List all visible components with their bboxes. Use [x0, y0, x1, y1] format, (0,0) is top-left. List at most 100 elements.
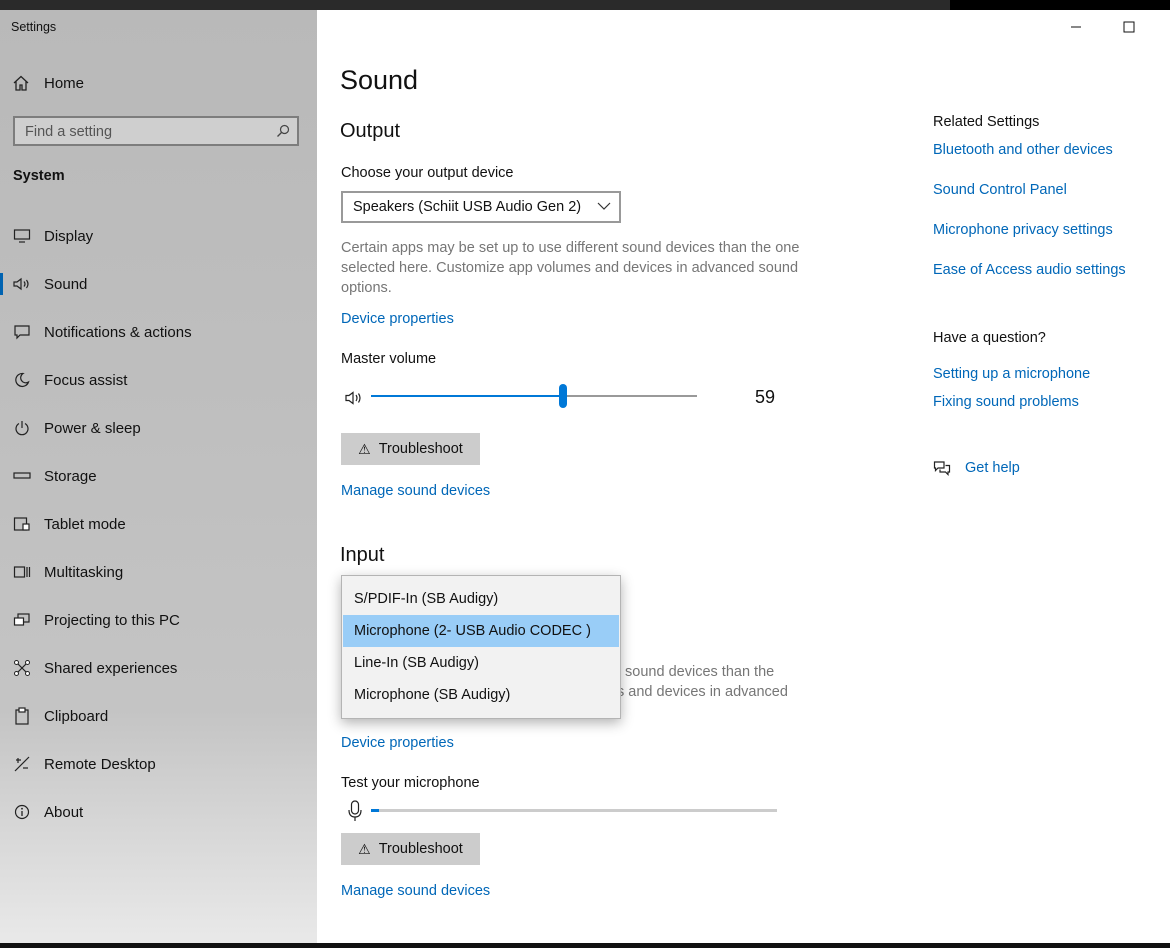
minimize-button[interactable]: [1070, 20, 1082, 36]
troubleshoot-label: Troubleshoot: [378, 441, 463, 457]
input-device-properties-link[interactable]: Device properties: [341, 735, 454, 751]
master-volume-label: Master volume: [341, 351, 437, 367]
volume-icon[interactable]: [344, 390, 364, 406]
main-content: Sound Output Choose your output device S…: [317, 10, 1170, 943]
volume-slider-thumb[interactable]: [559, 384, 568, 408]
search-box[interactable]: [13, 116, 299, 146]
output-device-properties-link[interactable]: Device properties: [341, 311, 454, 327]
sidebar-item-power-sleep[interactable]: Power & sleep: [0, 404, 317, 452]
home-icon: [13, 75, 29, 91]
chat-help-icon: [933, 461, 951, 476]
sidebar-item-label: Multitasking: [44, 563, 124, 581]
multitasking-icon: [12, 564, 32, 580]
home-label: Home: [44, 74, 85, 92]
input-troubleshoot-button[interactable]: ⚠ Troubleshoot: [341, 833, 480, 865]
volume-slider-fill: [371, 395, 564, 397]
sidebar-item-tablet-mode[interactable]: Tablet mode: [0, 500, 317, 548]
sidebar-item-label: Shared experiences: [44, 659, 178, 677]
search-input[interactable]: [15, 118, 277, 146]
warning-icon: ⚠: [358, 840, 371, 857]
input-description-line-1: t sound devices than the: [617, 664, 775, 680]
output-device-select[interactable]: Speakers (Schiit USB Audio Gen 2): [341, 191, 621, 223]
sidebar-item-label: Storage: [44, 467, 97, 485]
sidebar-item-about[interactable]: About: [0, 788, 317, 836]
dropdown-option-selected[interactable]: Microphone (2- USB Audio CODEC ): [343, 615, 619, 647]
sidebar-item-label: Display: [44, 227, 94, 245]
info-icon: [12, 804, 32, 820]
related-settings-title: Related Settings: [933, 114, 1040, 130]
sidebar-item-display[interactable]: Display: [0, 212, 317, 260]
sidebar-item-shared-experiences[interactable]: Shared experiences: [0, 644, 317, 692]
home-link[interactable]: Home: [12, 74, 84, 92]
tablet-icon: [12, 516, 32, 532]
output-troubleshoot-button[interactable]: ⚠ Troubleshoot: [341, 433, 480, 465]
output-description: Certain apps may be set up to use differ…: [341, 240, 800, 296]
related-link-microphone-privacy[interactable]: Microphone privacy settings: [933, 222, 1113, 238]
related-link-bluetooth[interactable]: Bluetooth and other devices: [933, 142, 1113, 158]
chevron-down-icon: [597, 202, 611, 210]
search-icon[interactable]: [276, 124, 290, 138]
sidebar-item-remote-desktop[interactable]: Remote Desktop: [0, 740, 317, 788]
display-icon: [12, 228, 32, 244]
sidebar-item-label: About: [44, 803, 84, 821]
maximize-icon: [1123, 21, 1135, 33]
sidebar-item-label: Remote Desktop: [44, 755, 156, 773]
section-title: System: [13, 168, 65, 184]
sidebar-item-projecting[interactable]: Projecting to this PC: [0, 596, 317, 644]
sidebar-item-sound[interactable]: Sound: [0, 260, 317, 308]
input-description-fragment: t sound devices than the s and devices i…: [617, 662, 817, 702]
microphone-level-meter: [371, 809, 777, 812]
microphone-icon: [348, 800, 362, 821]
moon-icon: [12, 372, 32, 388]
maximize-button[interactable]: [1123, 20, 1135, 36]
troubleshoot-label: Troubleshoot: [378, 841, 463, 857]
sidebar-item-clipboard[interactable]: Clipboard: [0, 692, 317, 740]
storage-icon: [12, 471, 32, 481]
sidebar-item-label: Projecting to this PC: [44, 611, 180, 629]
sidebar-item-label: Sound: [44, 275, 88, 293]
get-help-label: Get help: [965, 460, 1020, 476]
volume-value: 59: [755, 387, 776, 407]
microphone-level-fill: [371, 809, 380, 812]
minimize-icon: [1071, 26, 1081, 28]
dropdown-option[interactable]: Microphone (SB Audigy): [343, 679, 619, 711]
sidebar-item-label: Notifications & actions: [44, 323, 192, 341]
notifications-icon: [12, 324, 32, 340]
sidebar-item-label: Tablet mode: [44, 515, 126, 533]
page-title: Sound: [340, 65, 419, 95]
projecting-icon: [12, 612, 32, 628]
output-device-value: Speakers (Schiit USB Audio Gen 2): [353, 199, 582, 215]
clipboard-icon: [12, 707, 32, 725]
sidebar: Settings Home System Display Sound Notif…: [0, 10, 317, 943]
help-link-setting-up-microphone[interactable]: Setting up a microphone: [933, 366, 1090, 382]
sidebar-item-focus-assist[interactable]: Focus assist: [0, 356, 317, 404]
power-icon: [12, 420, 32, 436]
app-title: Settings: [11, 20, 57, 34]
get-help-link[interactable]: Get help: [933, 460, 1020, 476]
remote-desktop-icon: [12, 755, 32, 773]
warning-icon: ⚠: [358, 440, 371, 457]
sidebar-nav: Display Sound Notifications & actions Fo…: [0, 212, 317, 836]
related-link-ease-of-access[interactable]: Ease of Access audio settings: [933, 262, 1126, 278]
input-description-line-2: s and devices in advanced: [617, 684, 788, 700]
dropdown-option[interactable]: Line-In (SB Audigy): [343, 647, 619, 679]
test-microphone-label: Test your microphone: [341, 775, 480, 791]
input-device-dropdown[interactable]: S/PDIF-In (SB Audigy) Microphone (2- USB…: [341, 575, 621, 719]
help-link-fixing-sound[interactable]: Fixing sound problems: [933, 394, 1079, 410]
input-manage-devices-link[interactable]: Manage sound devices: [341, 883, 490, 899]
input-heading: Input: [340, 544, 385, 566]
related-link-sound-control-panel[interactable]: Sound Control Panel: [933, 182, 1067, 198]
sidebar-item-label: Power & sleep: [44, 419, 141, 437]
settings-window: Settings Home System Display Sound Notif…: [0, 10, 1170, 943]
sidebar-item-multitasking[interactable]: Multitasking: [0, 548, 317, 596]
speaker-icon: [12, 276, 32, 292]
sidebar-item-label: Focus assist: [44, 371, 128, 389]
master-volume-slider[interactable]: [371, 384, 697, 408]
output-manage-devices-link[interactable]: Manage sound devices: [341, 483, 490, 499]
sidebar-item-notifications[interactable]: Notifications & actions: [0, 308, 317, 356]
sidebar-item-label: Clipboard: [44, 707, 109, 725]
output-heading: Output: [340, 120, 401, 142]
dropdown-option[interactable]: S/PDIF-In (SB Audigy): [343, 583, 619, 615]
sidebar-item-storage[interactable]: Storage: [0, 452, 317, 500]
question-title: Have a question?: [933, 330, 1046, 346]
